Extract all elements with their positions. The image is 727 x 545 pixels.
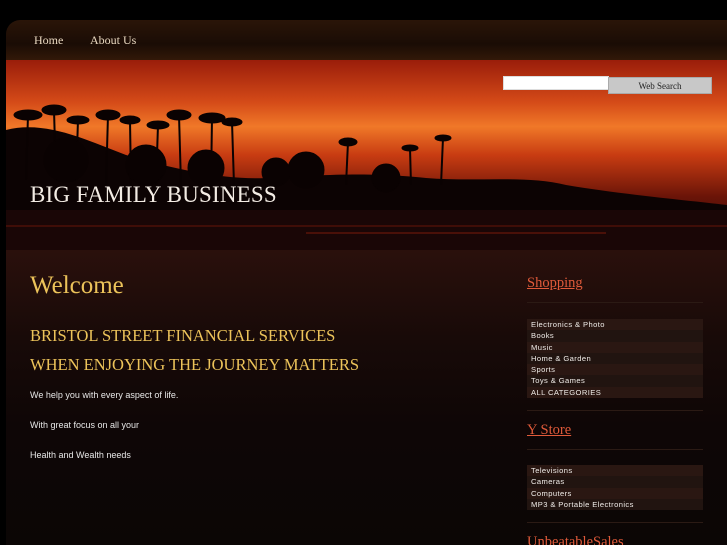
ystore-item[interactable]: Computers [527,487,703,499]
site-title: BIG FAMILY BUSINESS [30,182,277,207]
divider [527,410,703,411]
unbeatable-sales-title-link[interactable]: UnbeatableSales [527,534,624,545]
shopping-title-link[interactable]: Shopping [527,275,583,292]
shopping-list: Electronics & Photo Books Music Home & G… [527,319,703,399]
nav-home-link[interactable]: Home [34,33,63,48]
company-heading: BRISTOL STREET FINANCIAL SERVICES [30,326,336,345]
shopping-item[interactable]: Home & Garden [527,352,703,365]
shopping-item[interactable]: Toys & Games [527,375,703,387]
page-frame: Home About Us Web Search BIG FAMILY BUSI… [6,20,727,545]
shopping-item[interactable]: ALL CATEGORIES [527,386,703,399]
paragraph-2: With great focus on all your [30,420,140,430]
top-navigation: Home About Us [6,20,727,60]
ystore-list: Televisions Cameras Computers MP3 & Port… [527,465,703,511]
shopping-item[interactable]: Sports [527,364,703,376]
divider [527,449,703,450]
search-input[interactable] [503,76,609,90]
shopping-item[interactable]: Electronics & Photo [527,319,703,331]
divider [527,522,703,523]
content-area: Welcome BRISTOL STREET FINANCIAL SERVICE… [6,250,727,545]
paragraph-1: We help you with every aspect of life. [30,390,179,400]
ystore-title-link[interactable]: Y Store [527,422,571,439]
divider [527,302,703,303]
paragraph-3: Health and Wealth needs [30,450,131,460]
tagline-heading: WHEN ENJOYING THE JOURNEY MATTERS [30,355,360,374]
header-banner: Web Search BIG FAMILY BUSINESS [6,60,727,250]
shopping-item[interactable]: Books [527,330,703,342]
shopping-item[interactable]: Music [527,341,703,353]
web-search-button[interactable]: Web Search [608,77,712,94]
ystore-item[interactable]: Cameras [527,476,703,488]
ystore-item[interactable]: MP3 & Portable Electronics [527,498,703,511]
welcome-heading: Welcome [30,272,124,299]
nav-about-link[interactable]: About Us [90,33,136,48]
ystore-item[interactable]: Televisions [527,465,703,477]
